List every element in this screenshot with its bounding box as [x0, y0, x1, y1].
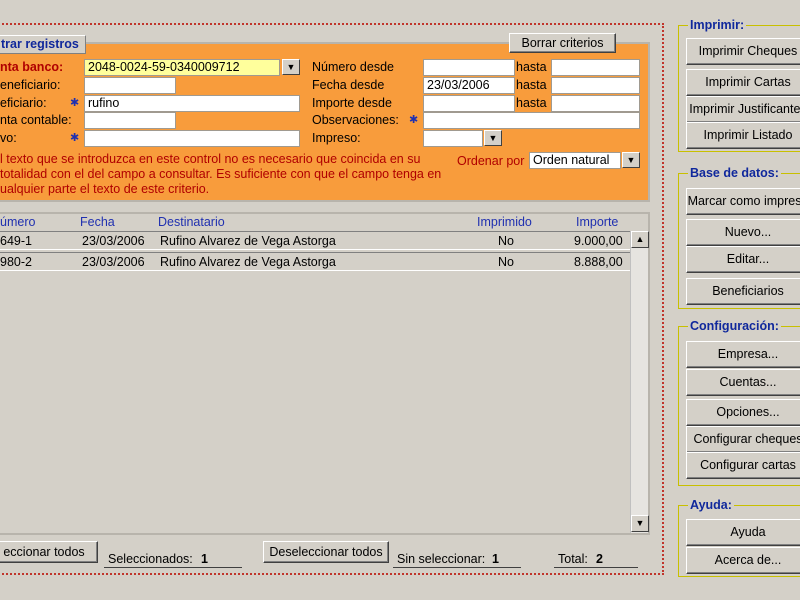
- cell-printed: No: [498, 255, 514, 269]
- total-label: Total:: [558, 552, 588, 566]
- cell-amount: 9.000,00: [574, 234, 623, 248]
- clear-criteria-button[interactable]: Borrar criterios: [509, 33, 616, 53]
- column-header-recipient[interactable]: Destinatario: [158, 215, 225, 229]
- wildcard-icon: ✱: [70, 97, 80, 109]
- table-row[interactable]: 649-1 23/03/2006 Rufino Alvarez de Vega …: [0, 231, 630, 250]
- amount-to-label: hasta: [516, 96, 547, 110]
- selected-label: Seleccionados:: [108, 552, 193, 566]
- company-button[interactable]: Empresa...: [686, 341, 800, 368]
- configure-cheques-button[interactable]: Configurar cheques: [686, 426, 800, 453]
- beneficiary-text-field[interactable]: rufino: [84, 95, 300, 112]
- date-to-field[interactable]: [551, 77, 640, 94]
- amount-to-field[interactable]: [551, 95, 640, 112]
- date-from-label: Fecha desde: [312, 78, 385, 92]
- configuration-group-title: Configuración:: [688, 319, 781, 333]
- print-letters-button[interactable]: Imprimir Cartas: [686, 69, 800, 96]
- cell-recipient: Rufino Alvarez de Vega Astorga: [160, 234, 336, 248]
- deselect-all-button[interactable]: Deseleccionar todos: [263, 541, 389, 563]
- database-group-title: Base de datos:: [688, 166, 781, 180]
- wildcard-icon: ✱: [409, 114, 419, 126]
- bank-account-select[interactable]: 2048-0024-59-0340009712: [84, 59, 280, 76]
- beneficiaries-button[interactable]: Beneficiarios: [686, 278, 800, 305]
- help-text-line: l texto que se introduzca en este contro…: [0, 152, 421, 166]
- column-header-number[interactable]: úmero: [0, 215, 35, 229]
- about-button[interactable]: Acerca de...: [686, 547, 800, 574]
- help-text-line: totalidad con el del campo a consultar. …: [0, 167, 442, 181]
- unselected-label: Sin seleccionar:: [397, 552, 486, 566]
- total-count: 2: [596, 552, 603, 566]
- divider: [554, 567, 638, 568]
- wildcard-icon: ✱: [70, 132, 80, 144]
- configure-letters-button[interactable]: Configurar cartas: [686, 452, 800, 479]
- column-header-printed[interactable]: Imprimido: [477, 215, 532, 229]
- divider: [104, 567, 242, 568]
- accounting-account-field[interactable]: [84, 112, 176, 129]
- order-by-label: Ordenar por: [457, 154, 525, 168]
- reason-label: vo:: [0, 131, 17, 145]
- date-to-label: hasta: [516, 78, 547, 92]
- help-group-title: Ayuda:: [688, 498, 734, 512]
- cell-date: 23/03/2006: [82, 255, 145, 269]
- bank-account-label: nta banco:: [0, 60, 64, 74]
- unselected-count: 1: [492, 552, 499, 566]
- amount-from-field[interactable]: [423, 95, 515, 112]
- accounts-button[interactable]: Cuentas...: [686, 369, 800, 396]
- date-from-field[interactable]: 23/03/2006: [423, 77, 515, 94]
- divider: [393, 567, 521, 568]
- cell-date: 23/03/2006: [82, 234, 145, 248]
- bank-account-dropdown-icon[interactable]: ▼: [282, 59, 300, 75]
- number-to-field[interactable]: [551, 59, 640, 76]
- reason-field[interactable]: [84, 130, 300, 147]
- printed-dropdown-icon[interactable]: ▼: [484, 130, 502, 146]
- selected-count: 1: [201, 552, 208, 566]
- observations-field[interactable]: [423, 112, 640, 129]
- options-button[interactable]: Opciones...: [686, 399, 800, 426]
- printed-select[interactable]: [423, 130, 483, 147]
- print-receipts-button[interactable]: Imprimir Justificantes: [686, 96, 800, 123]
- cell-number: 649-1: [0, 234, 32, 248]
- help-text-line: ualquier parte el texto de este criterio…: [0, 182, 210, 196]
- print-group-title: Imprimir:: [688, 18, 747, 32]
- print-list-button[interactable]: Imprimir Listado: [686, 122, 800, 149]
- print-cheques-button[interactable]: Imprimir Cheques: [686, 38, 800, 65]
- beneficiary-field[interactable]: [84, 77, 176, 94]
- observations-label: Observaciones:: [312, 113, 399, 127]
- order-by-dropdown-icon[interactable]: ▼: [622, 152, 640, 168]
- accounting-account-label: nta contable:: [0, 113, 72, 127]
- printed-label: Impreso:: [312, 131, 361, 145]
- scroll-down-icon[interactable]: ▼: [631, 515, 649, 532]
- beneficiary-text-label: eficiario:: [0, 96, 47, 110]
- scroll-up-icon[interactable]: ▲: [631, 231, 649, 248]
- cell-amount: 8.888,00: [574, 255, 623, 269]
- help-button[interactable]: Ayuda: [686, 519, 800, 546]
- filter-panel-title: trar registros: [0, 35, 86, 54]
- number-from-label: Número desde: [312, 60, 394, 74]
- table-row[interactable]: 980-2 23/03/2006 Rufino Alvarez de Vega …: [0, 252, 630, 271]
- cell-number: 980-2: [0, 255, 32, 269]
- select-all-button[interactable]: eccionar todos: [0, 541, 98, 563]
- column-header-date[interactable]: Fecha: [80, 215, 115, 229]
- cell-recipient: Rufino Alvarez de Vega Astorga: [160, 255, 336, 269]
- beneficiary-label: eneficiario:: [0, 78, 61, 92]
- amount-from-label: Importe desde: [312, 96, 392, 110]
- edit-button[interactable]: Editar...: [686, 246, 800, 273]
- number-to-label: hasta: [516, 60, 547, 74]
- column-header-amount[interactable]: Importe: [576, 215, 618, 229]
- mark-as-printed-button[interactable]: Marcar como impreso: [686, 188, 800, 215]
- order-by-select[interactable]: Orden natural: [529, 152, 621, 169]
- number-from-field[interactable]: [423, 59, 515, 76]
- vertical-scrollbar[interactable]: ▲ ▼: [630, 231, 649, 533]
- new-button[interactable]: Nuevo...: [686, 219, 800, 246]
- cell-printed: No: [498, 234, 514, 248]
